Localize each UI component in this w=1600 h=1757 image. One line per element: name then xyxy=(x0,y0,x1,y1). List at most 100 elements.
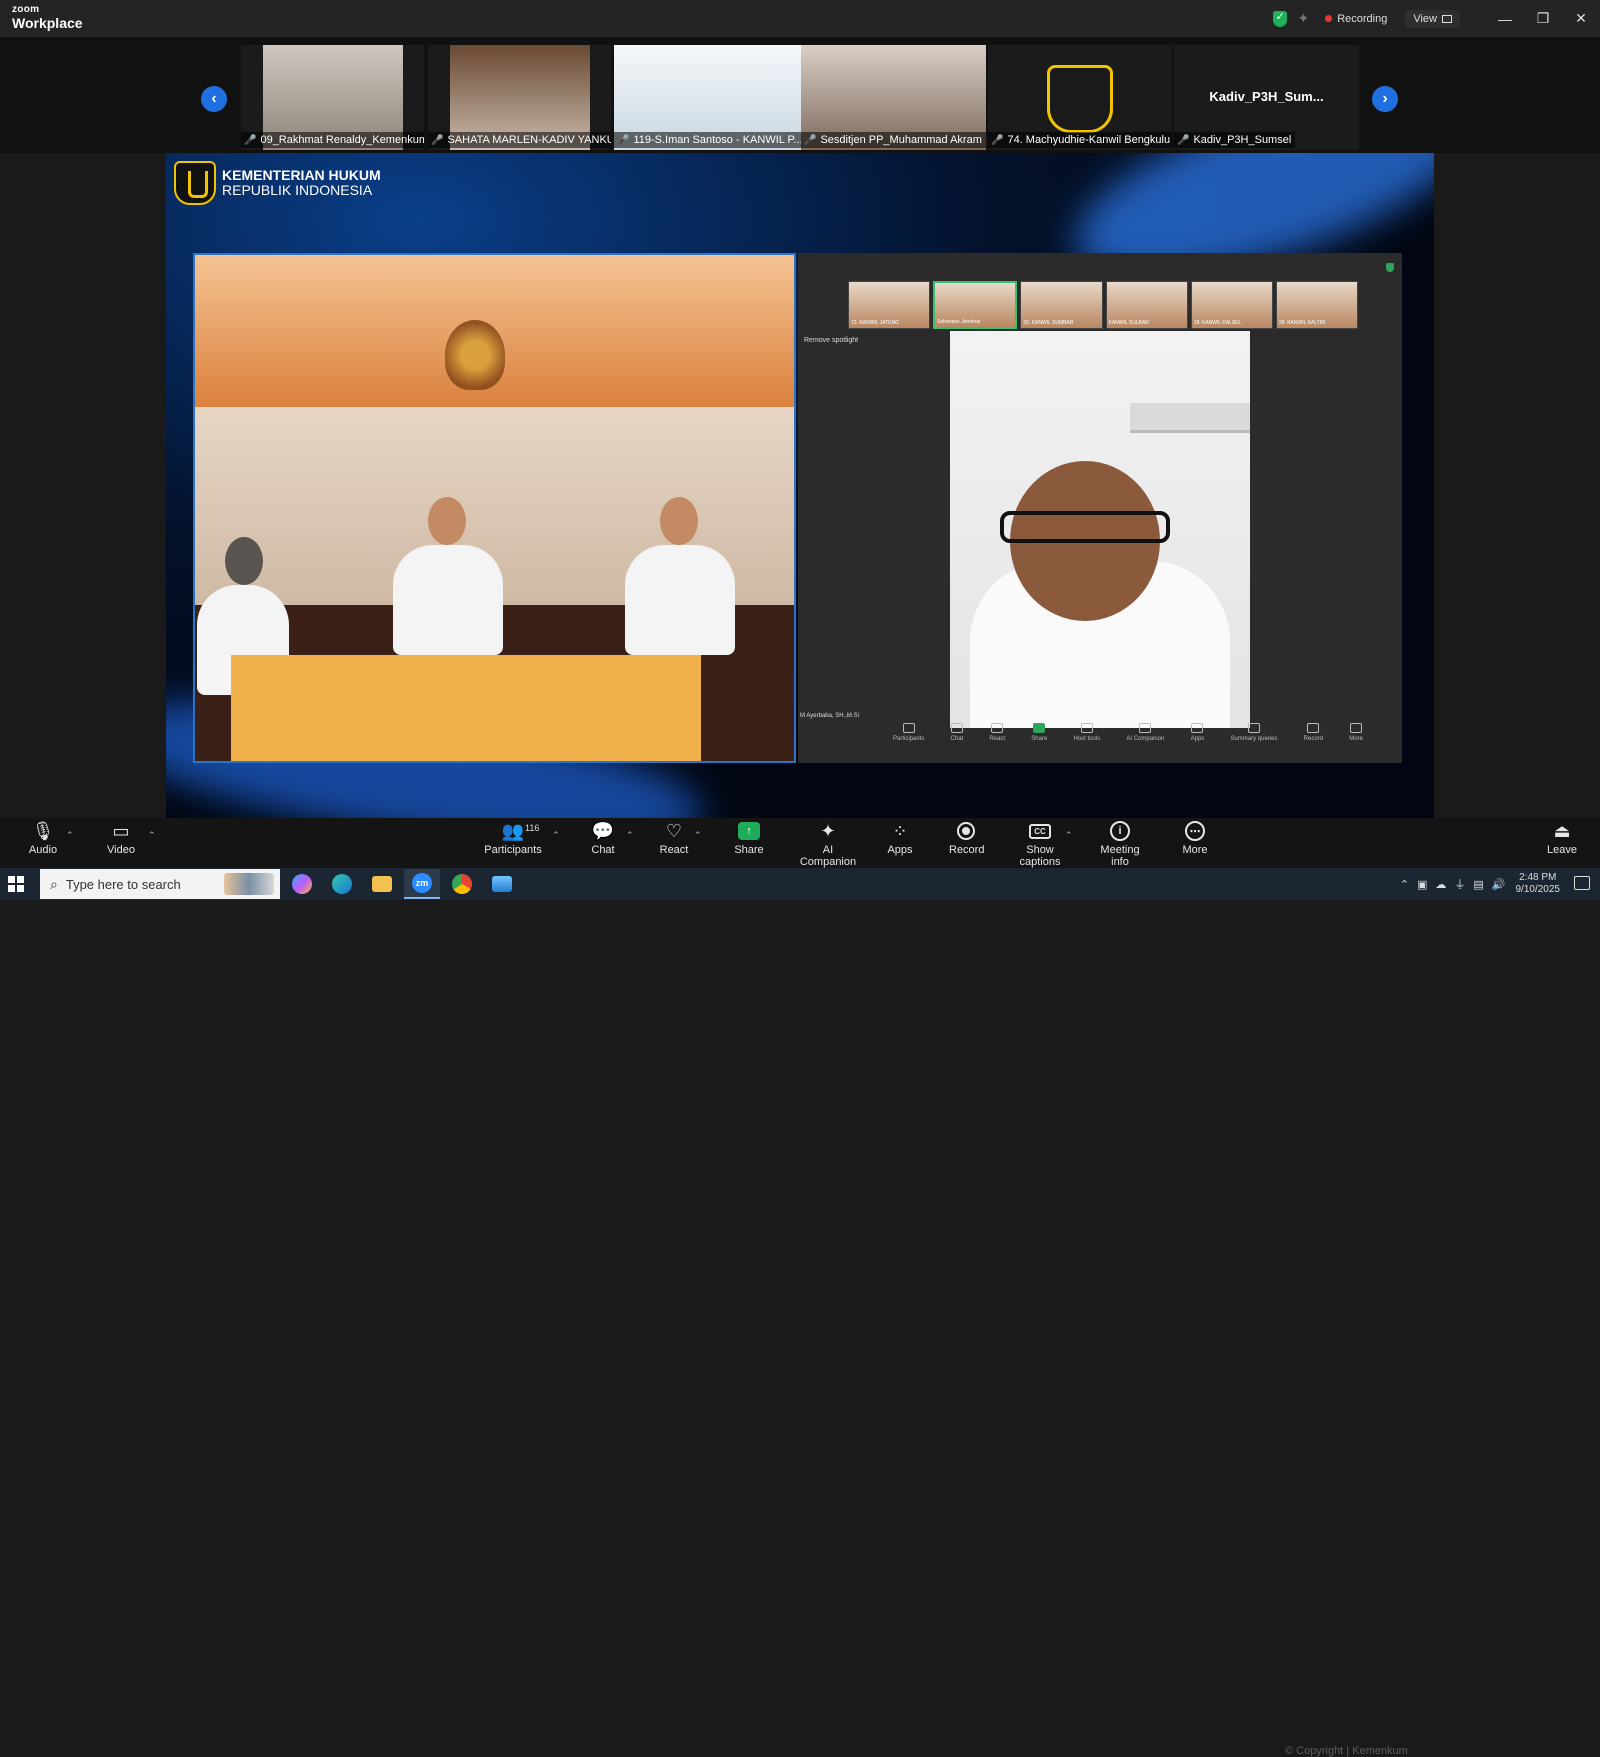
react-button[interactable]: ♡ React xyxy=(658,818,690,868)
participant-tile[interactable]: 🎤 SAHATA MARLEN-KADIV YANKU... xyxy=(428,45,611,150)
apps-button[interactable]: ⁘ Apps xyxy=(884,818,916,868)
air-conditioner xyxy=(1130,403,1250,433)
react-caret-icon[interactable]: ⌃ xyxy=(694,830,702,841)
copyright-watermark: © Copyright | Kemenkum xyxy=(1285,1745,1408,1757)
more-dots-icon: ⋯ xyxy=(1185,821,1205,841)
usb-icon[interactable]: ⏚ xyxy=(1454,876,1465,892)
search-placeholder: Type here to search xyxy=(65,876,181,892)
show-captions-button[interactable]: CC Show captions xyxy=(1006,818,1074,868)
inner-toolbar-item: AI Companion xyxy=(1126,723,1164,753)
share-button[interactable]: ↑ Share xyxy=(733,818,765,868)
windows-taskbar: ⌕ Type here to search zm © Copyright | K… xyxy=(0,868,1600,1757)
brand-small: zoom xyxy=(12,4,40,15)
inner-mini-tile: 28. KANWIL KALTIM xyxy=(1275,281,1359,329)
windows-start-icon[interactable] xyxy=(8,876,24,892)
tray-overflow-icon[interactable]: ⌃ xyxy=(1400,878,1409,891)
gallery-prev-arrow-icon[interactable]: ‹ xyxy=(201,86,227,112)
inner-shield-icon xyxy=(1386,263,1394,272)
inner-toolbar: Participants Chat React Share Host tools… xyxy=(893,723,1363,753)
search-highlight-image xyxy=(224,873,274,895)
mic-muted-icon: 🎤 xyxy=(1177,134,1190,146)
mic-muted-icon: 🎤 xyxy=(804,134,817,146)
inner-toolbar-item: Apps xyxy=(1191,723,1204,753)
garuda-emblem-icon xyxy=(445,320,505,390)
zoom-app-icon[interactable]: zm xyxy=(404,869,440,899)
onedrive-icon[interactable]: ☁ xyxy=(1435,878,1446,891)
minimize-button[interactable]: — xyxy=(1486,0,1524,37)
inner-gallery-strip: 72. KANWIL JATENG Sekretaris Jenderal 33… xyxy=(848,281,1359,329)
video-camera-icon: ▭ xyxy=(112,820,130,841)
info-icon: i xyxy=(1110,821,1130,841)
participant-name-label: 🎤 Kadiv_P3H_Sumsel xyxy=(1174,132,1296,148)
mic-muted-icon: 🎙 xyxy=(31,820,55,841)
participant-name-label: 🎤 Sesditjen PP_Muhammad Akram xyxy=(801,132,986,148)
title-bar: zoom Workplace ✦ Recording View — ❐ ✕ xyxy=(0,0,1600,37)
close-button[interactable]: ✕ xyxy=(1562,0,1600,37)
participant-name-label: 🎤 SAHATA MARLEN-KADIV YANKU... xyxy=(428,132,611,148)
participants-count-badge: 116 xyxy=(525,823,540,833)
leave-button[interactable]: ⏏ Leave xyxy=(1545,818,1579,868)
pengayoman-logo xyxy=(1047,65,1113,133)
ministry-logo: KEMENTERIAN HUKUM REPUBLIK INDONESIA xyxy=(174,161,381,205)
audio-label: Audio xyxy=(28,844,58,856)
zoom-logo: zoom Workplace xyxy=(12,4,83,31)
inner-toolbar-item: More xyxy=(1349,723,1363,753)
inner-toolbar-item: Host tools xyxy=(1074,723,1100,753)
closed-captions-icon: CC xyxy=(1029,823,1051,839)
restore-button[interactable]: ❐ xyxy=(1524,0,1562,37)
chat-bubble-icon: 💬 xyxy=(591,820,615,841)
participants-caret-icon[interactable]: ⌃ xyxy=(552,830,560,841)
more-button[interactable]: ⋯ More xyxy=(1180,818,1210,868)
audio-options-caret-icon[interactable]: ⌃ xyxy=(66,830,74,841)
participant-tile[interactable]: 🎤 09_Rakhmat Renaldy_Kemenkum... xyxy=(241,45,424,150)
inner-toolbar-item: Chat xyxy=(951,723,963,753)
view-button[interactable]: View xyxy=(1405,9,1460,28)
ai-sparkle-icon[interactable]: ✦ xyxy=(1297,10,1309,27)
copilot-app-icon[interactable] xyxy=(284,869,320,899)
edge-app-icon[interactable] xyxy=(324,869,360,899)
attendee-figure xyxy=(625,497,735,655)
participant-tile[interactable]: 🎤 74. Machyudhie-Kanwil Bengkulu xyxy=(988,45,1172,150)
video-options-caret-icon[interactable]: ⌃ xyxy=(148,830,156,841)
recording-indicator[interactable]: Recording xyxy=(1325,13,1387,25)
brand-large: Workplace xyxy=(12,15,83,31)
meeting-toolbar: 🎙 Audio ⌃ ▭ Video ⌃ 👥 Participants 116 ⌃… xyxy=(0,818,1600,868)
shared-screen[interactable]: KEMENTERIAN HUKUM REPUBLIK INDONESIA 72.… xyxy=(166,153,1434,818)
taskbar-clock[interactable]: 2:48 PM 9/10/2025 xyxy=(1516,872,1561,897)
participant-tile[interactable]: Kadiv_P3H_Sum... 🎤 Kadiv_P3H_Sumsel xyxy=(1174,45,1359,150)
file-explorer-app-icon[interactable] xyxy=(364,869,400,899)
ai-companion-label: AI Companion xyxy=(799,844,857,868)
desk-front-panel xyxy=(231,655,701,761)
meeting-info-button[interactable]: i Meeting info xyxy=(1091,818,1149,868)
meet-now-icon[interactable]: ▣ xyxy=(1417,878,1427,891)
participants-label: Participants xyxy=(484,844,542,856)
chrome-app-icon[interactable] xyxy=(444,869,480,899)
participant-tile[interactable]: 🎤 Sesditjen PP_Muhammad Akram xyxy=(801,45,986,150)
video-button[interactable]: ▭ Video xyxy=(100,818,142,868)
captions-caret-icon[interactable]: ⌃ xyxy=(1065,830,1073,841)
speaker-glasses xyxy=(1000,511,1170,543)
chat-caret-icon[interactable]: ⌃ xyxy=(626,830,634,841)
ai-companion-button[interactable]: ✦ AI Companion xyxy=(794,818,862,869)
record-label: Record xyxy=(949,844,985,856)
photos-app-icon[interactable] xyxy=(484,869,520,899)
gallery-next-arrow-icon[interactable]: › xyxy=(1372,86,1398,112)
inner-toolbar-item: React xyxy=(989,723,1005,753)
spotlight-speaker-video xyxy=(950,331,1250,728)
search-icon: ⌕ xyxy=(50,875,58,892)
chat-button[interactable]: 💬 Chat xyxy=(587,818,619,868)
taskbar-search-box[interactable]: ⌕ Type here to search xyxy=(40,869,280,899)
system-tray: ⌃ ▣ ☁ ⏚ ▤ 🔊 2:48 PM 9/10/2025 xyxy=(1396,868,1560,900)
network-icon[interactable]: ▤ xyxy=(1473,878,1483,891)
more-label: More xyxy=(1182,844,1208,856)
record-button[interactable]: Record xyxy=(949,818,985,868)
encryption-shield-icon[interactable] xyxy=(1273,10,1288,27)
volume-icon[interactable]: 🔊 xyxy=(1492,878,1506,891)
meeting-info-label: Meeting info xyxy=(1100,844,1140,868)
participant-tile[interactable]: 🎤 119-S.Iman Santoso - KANWIL P... xyxy=(614,45,801,150)
participant-display-name: Kadiv_P3H_Sum... xyxy=(1209,89,1324,104)
audio-button[interactable]: 🎙 Audio xyxy=(22,818,64,868)
notifications-icon[interactable] xyxy=(1574,876,1590,890)
recording-label: Recording xyxy=(1337,12,1388,25)
share-screen-icon: ↑ xyxy=(738,822,760,840)
